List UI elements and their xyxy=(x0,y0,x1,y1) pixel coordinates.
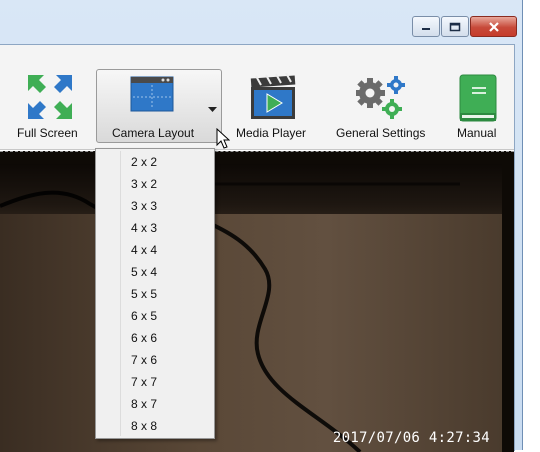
general-settings-label: General Settings xyxy=(336,126,426,140)
gears-icon xyxy=(356,76,405,119)
camera-layout-label: Camera Layout xyxy=(112,126,195,140)
camera-feed-scene xyxy=(0,182,460,452)
full-screen-button[interactable]: Full Screen xyxy=(8,45,92,145)
maximize-icon xyxy=(449,22,461,31)
layout-option-3x3[interactable]: 3 x 3 xyxy=(96,195,214,217)
toolbar: Full Screen Camera Layout Media Player G… xyxy=(0,45,514,150)
mouse-cursor-icon xyxy=(216,128,230,149)
layout-option-5x4[interactable]: 5 x 4 xyxy=(96,261,214,283)
camera-layout-icon xyxy=(130,76,174,112)
layout-option-8x7[interactable]: 8 x 7 xyxy=(96,393,214,415)
manual-book-icon xyxy=(459,74,497,122)
layout-option-7x6[interactable]: 7 x 6 xyxy=(96,349,214,371)
layout-option-4x4[interactable]: 4 x 4 xyxy=(96,239,214,261)
fullscreen-arrows-icon xyxy=(28,75,72,119)
layout-option-5x5[interactable]: 5 x 5 xyxy=(96,283,214,305)
camera-layout-split-button: Camera Layout xyxy=(96,69,223,145)
title-bar xyxy=(0,0,522,44)
video-timestamp: 2017/07/06 4:27:34 xyxy=(332,430,490,446)
minimize-icon xyxy=(422,27,430,30)
app-window: Full Screen Camera Layout Media Player G… xyxy=(0,0,523,452)
camera-view[interactable]: 2017/07/06 4:27:34 xyxy=(0,151,514,452)
general-settings-button[interactable]: General Settings xyxy=(330,45,436,145)
media-player-icon xyxy=(250,73,296,119)
layout-option-2x2[interactable]: 2 x 2 xyxy=(96,151,214,173)
layout-option-3x2[interactable]: 3 x 2 xyxy=(96,173,214,195)
client-area: Full Screen Camera Layout Media Player G… xyxy=(0,44,515,452)
window-controls xyxy=(412,16,518,37)
close-button[interactable] xyxy=(470,16,517,37)
manual-label: Manual xyxy=(457,126,497,140)
full-screen-label: Full Screen xyxy=(17,126,78,140)
layout-option-4x3[interactable]: 4 x 3 xyxy=(96,217,214,239)
camera-feed: 2017/07/06 4:27:34 xyxy=(0,164,502,452)
manual-button[interactable]: Manual xyxy=(448,45,510,145)
layout-option-8x8[interactable]: 8 x 8 xyxy=(96,415,214,437)
layout-option-7x7[interactable]: 7 x 7 xyxy=(96,371,214,393)
minimize-button[interactable] xyxy=(412,16,440,37)
camera-layout-menu: 2 x 2 3 x 2 3 x 3 4 x 3 4 x 4 5 x 4 5 x … xyxy=(95,148,215,439)
close-icon xyxy=(488,21,499,32)
media-player-button[interactable]: Media Player xyxy=(230,45,316,145)
layout-option-6x5[interactable]: 6 x 5 xyxy=(96,305,214,327)
chevron-down-icon xyxy=(208,107,217,112)
layout-option-6x6[interactable]: 6 x 6 xyxy=(96,327,214,349)
maximize-button[interactable] xyxy=(441,16,469,37)
media-player-label: Media Player xyxy=(236,126,307,140)
camera-layout-button[interactable]: Camera Layout xyxy=(96,69,206,143)
